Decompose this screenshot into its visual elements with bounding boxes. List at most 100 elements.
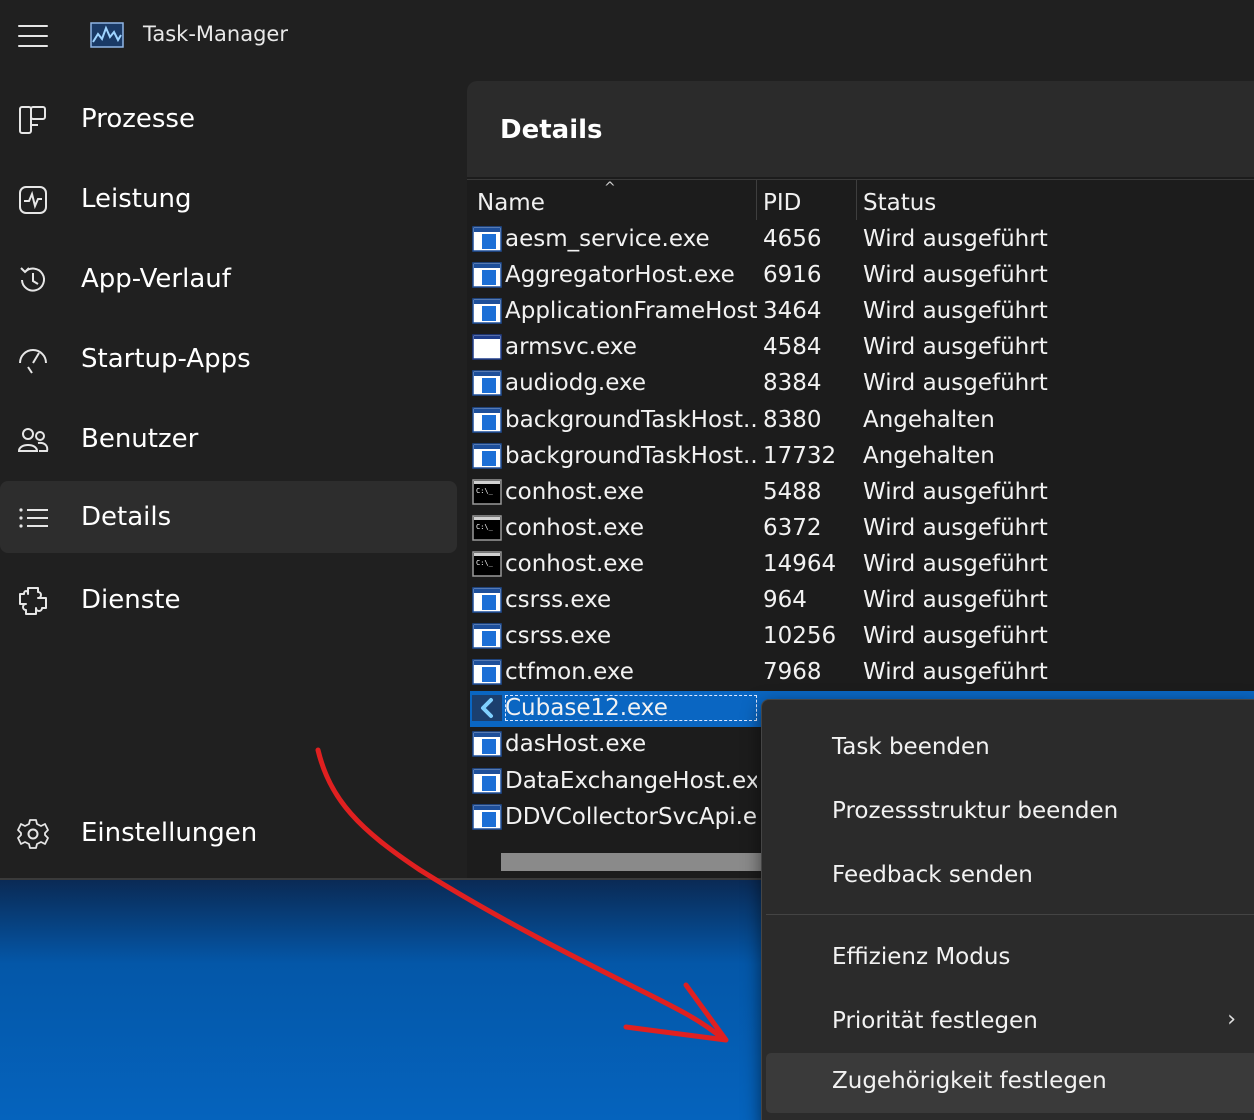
cubase-icon bbox=[472, 695, 502, 722]
process-status: Wird ausgeführt bbox=[863, 587, 1048, 613]
hamburger-menu-icon[interactable] bbox=[18, 25, 48, 47]
table-row[interactable]: C:\_ conhost.exe 5488 Wird ausgeführt bbox=[470, 475, 1254, 511]
window-app-icon bbox=[472, 298, 502, 324]
column-header-pid[interactable]: PID bbox=[763, 190, 801, 216]
console-icon: C:\_ bbox=[472, 551, 502, 577]
process-name: conhost.exe bbox=[505, 550, 645, 577]
table-row[interactable]: csrss.exe 10256 Wird ausgeführt bbox=[470, 619, 1254, 655]
table-row[interactable]: audiodg.exe 8384 Wird ausgeführt bbox=[470, 366, 1254, 402]
table-row[interactable]: armsvc.exe 4584 Wird ausgeführt bbox=[470, 330, 1254, 366]
sidebar-item-benutzer[interactable]: Benutzer bbox=[0, 403, 457, 475]
process-pid: 4584 bbox=[763, 334, 822, 361]
menu-item-prozessstruktur-beenden[interactable]: Prozessstruktur beenden bbox=[766, 783, 1254, 843]
startup-icon bbox=[16, 343, 50, 377]
process-name: conhost.exe bbox=[505, 478, 645, 505]
services-icon bbox=[16, 584, 50, 618]
process-pid: 964 bbox=[763, 587, 807, 613]
console-icon: C:\_ bbox=[472, 515, 502, 541]
sidebar-item-prozesse[interactable]: Prozesse bbox=[0, 83, 457, 155]
sidebar-item-label: Benutzer bbox=[81, 424, 199, 454]
history-icon bbox=[16, 263, 50, 297]
window-app-icon bbox=[472, 226, 502, 252]
sidebar-item-dienste[interactable]: Dienste bbox=[0, 564, 457, 636]
gear-icon bbox=[16, 817, 50, 851]
menu-item-zugehoerigkeit-festlegen[interactable]: Zugehörigkeit festlegen bbox=[766, 1053, 1254, 1113]
window-app-icon bbox=[472, 587, 502, 613]
column-divider[interactable] bbox=[856, 180, 857, 220]
process-pid: 8380 bbox=[763, 406, 822, 433]
table-row[interactable]: backgroundTaskHost.... 8380 Angehalten bbox=[470, 403, 1254, 439]
process-name: backgroundTaskHost.... bbox=[505, 406, 757, 433]
column-header-status[interactable]: Status bbox=[863, 190, 936, 216]
process-pid: 7968 bbox=[763, 659, 822, 686]
svg-text:C:\_: C:\_ bbox=[476, 523, 494, 531]
sidebar-item-label: Leistung bbox=[81, 184, 192, 214]
sidebar-item-app-verlauf[interactable]: App-Verlauf bbox=[0, 243, 457, 315]
page-title: Details bbox=[500, 115, 603, 145]
table-row[interactable]: ctfmon.exe 7968 Wird ausgeführt bbox=[470, 655, 1254, 691]
table-row[interactable]: csrss.exe 964 Wird ausgeführt bbox=[470, 583, 1254, 619]
process-pid: 17732 bbox=[763, 442, 837, 469]
task-manager-app-icon bbox=[90, 22, 124, 48]
sidebar-item-leistung[interactable]: Leistung bbox=[0, 163, 457, 235]
window-app-icon bbox=[472, 803, 502, 830]
menu-item-label: Effizienz Modus bbox=[832, 944, 1011, 970]
sidebar-item-label: Dienste bbox=[81, 585, 181, 615]
column-divider[interactable] bbox=[756, 180, 757, 220]
process-status: Angehalten bbox=[863, 406, 995, 433]
sidebar-item-label: App-Verlauf bbox=[81, 264, 231, 294]
process-name: audiodg.exe bbox=[505, 370, 647, 397]
chevron-right-icon: › bbox=[1227, 1007, 1236, 1032]
process-name: AggregatorHost.exe bbox=[505, 262, 735, 289]
table-row[interactable]: AggregatorHost.exe 6916 Wird ausgeführt bbox=[470, 258, 1254, 294]
sidebar-item-label: Details bbox=[81, 502, 172, 532]
table-row[interactable]: backgroundTaskHost.... 17732 Angehalten bbox=[470, 439, 1254, 475]
process-name: ctfmon.exe bbox=[505, 659, 634, 686]
process-status: Wird ausgeführt bbox=[863, 226, 1048, 252]
process-name: dasHost.exe bbox=[505, 731, 647, 758]
process-pid: 6372 bbox=[763, 514, 822, 541]
process-pid: 10256 bbox=[763, 623, 837, 650]
table-row[interactable]: C:\_ conhost.exe 6372 Wird ausgeführt bbox=[470, 511, 1254, 547]
menu-separator bbox=[766, 914, 1254, 915]
process-status: Wird ausgeführt bbox=[863, 370, 1048, 397]
sidebar-item-details[interactable]: Details bbox=[0, 481, 457, 553]
process-name: DataExchangeHost.exe bbox=[505, 767, 757, 794]
window-app-icon bbox=[472, 370, 502, 397]
window-app-icon bbox=[472, 623, 502, 649]
process-status: Wird ausgeführt bbox=[863, 514, 1048, 541]
window-title: Task-Manager bbox=[143, 22, 288, 46]
window-app-icon bbox=[472, 262, 502, 288]
menu-item-effizienz-modus[interactable]: Effizienz Modus bbox=[766, 929, 1254, 989]
process-status: Wird ausgeführt bbox=[863, 478, 1048, 505]
process-name: conhost.exe bbox=[505, 514, 645, 541]
menu-item-label: Zugehörigkeit festlegen bbox=[832, 1068, 1107, 1094]
users-icon bbox=[16, 423, 50, 457]
window-app-icon bbox=[472, 731, 502, 758]
menu-item-task-beenden[interactable]: Task beenden bbox=[766, 719, 1254, 779]
process-status: Wird ausgeführt bbox=[863, 659, 1048, 686]
horizontal-scrollbar[interactable] bbox=[501, 853, 761, 871]
sidebar-item-einstellungen[interactable]: Einstellungen bbox=[0, 797, 457, 869]
process-pid: 8384 bbox=[763, 370, 822, 397]
table-row[interactable]: C:\_ conhost.exe 14964 Wird ausgeführt bbox=[470, 547, 1254, 583]
blank-window-icon bbox=[472, 334, 502, 361]
svg-text:C:\_: C:\_ bbox=[476, 487, 494, 495]
menu-item-prioritaet-festlegen[interactable]: Priorität festlegen › bbox=[766, 993, 1254, 1053]
window-app-icon bbox=[472, 406, 502, 433]
details-header: Details bbox=[467, 81, 1254, 177]
menu-item-label: Prozessstruktur beenden bbox=[832, 798, 1119, 824]
window-app-icon bbox=[472, 659, 502, 685]
context-menu: Task beenden Prozessstruktur beenden Fee… bbox=[761, 699, 1254, 1120]
window-app-icon bbox=[472, 442, 502, 469]
process-status: Wird ausgeführt bbox=[863, 262, 1048, 289]
sidebar-item-label: Einstellungen bbox=[81, 818, 258, 848]
process-name: backgroundTaskHost.... bbox=[505, 442, 757, 469]
sidebar-item-startup-apps[interactable]: Startup-Apps bbox=[0, 323, 457, 395]
table-row[interactable]: aesm_service.exe 4656 Wird ausgeführt bbox=[470, 222, 1254, 258]
process-name: csrss.exe bbox=[505, 623, 612, 650]
menu-item-feedback-senden[interactable]: Feedback senden bbox=[766, 847, 1254, 907]
column-header-name[interactable]: Name bbox=[477, 190, 545, 216]
menu-item-label: Priorität festlegen bbox=[832, 1008, 1038, 1034]
table-row[interactable]: ApplicationFrameHost... 3464 Wird ausgefüh… bbox=[470, 294, 1254, 330]
